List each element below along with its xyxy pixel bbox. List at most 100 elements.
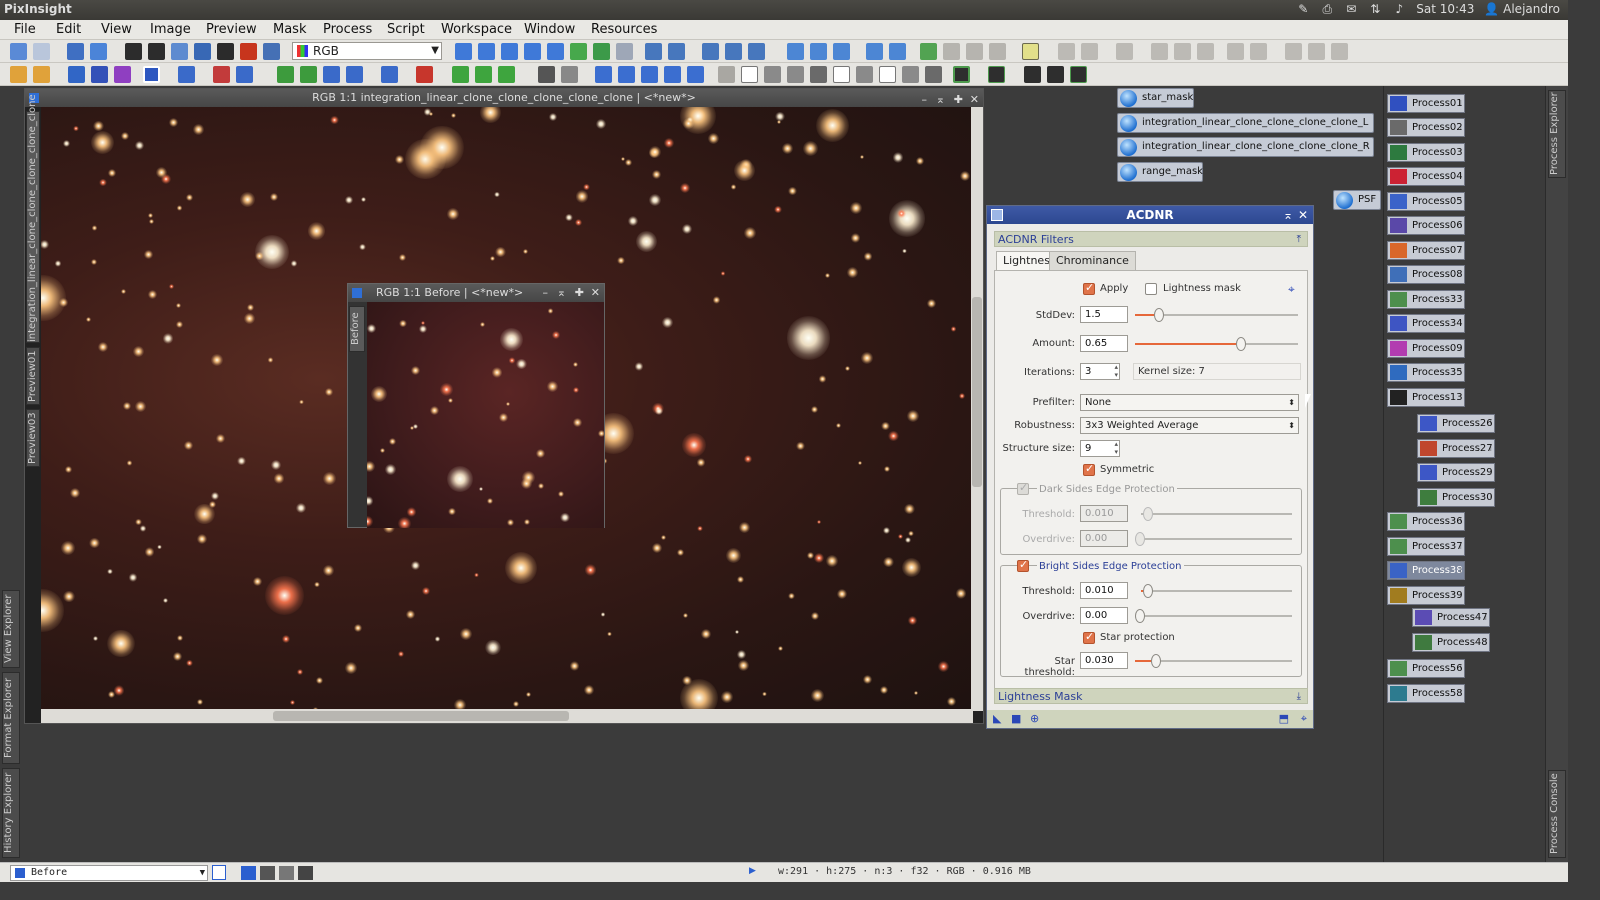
- image-icon-integration-r[interactable]: integration_linear_clone_clone_clone_clo…: [1117, 137, 1374, 157]
- history-explorer-tab[interactable]: History Explorer: [2, 768, 20, 858]
- process-icon-process30[interactable]: Process30 ⁝: [1417, 488, 1495, 507]
- display-mode-gray-icon[interactable]: [260, 866, 275, 880]
- before-image-window[interactable]: RGB 1:1 Before | <*new*> – ⌅ ✚ ✕ Before: [347, 283, 605, 528]
- process-handle-icon[interactable]: ⁝: [1459, 685, 1462, 702]
- image-icon-psf[interactable]: PSF: [1333, 190, 1381, 210]
- minimize-icon[interactable]: –: [543, 284, 549, 302]
- network-icon[interactable]: ⇅: [1368, 2, 1382, 16]
- process-icon-22[interactable]: [833, 66, 850, 83]
- process-icon-18[interactable]: [741, 66, 758, 83]
- process-handle-icon[interactable]: ⁝: [1459, 364, 1462, 381]
- mirror-h-icon[interactable]: [664, 66, 681, 83]
- process-icon-process29[interactable]: Process29 ⁝: [1417, 463, 1495, 482]
- process-icon-process26[interactable]: Process26 ⁝: [1417, 414, 1495, 433]
- pan-mode-icon[interactable]: [455, 43, 472, 60]
- vertical-scrollbar[interactable]: [971, 107, 983, 711]
- zoom-fit-icon[interactable]: [725, 43, 742, 60]
- display-mode-rgb-icon[interactable]: [241, 866, 256, 880]
- process-handle-icon[interactable]: ⁝: [1459, 538, 1462, 555]
- tool-10-icon[interactable]: [1308, 43, 1325, 60]
- process-icon-process03[interactable]: Process03 ⁝: [1387, 143, 1465, 162]
- image-icon-range-mask[interactable]: range_mask: [1117, 162, 1203, 182]
- process-icon-31[interactable]: [1070, 66, 1087, 83]
- window-arrange-icon[interactable]: [833, 43, 850, 60]
- process-icon-24[interactable]: [879, 66, 896, 83]
- printer-icon[interactable]: ⎙: [1320, 2, 1334, 16]
- maximize-view-icon[interactable]: [889, 43, 906, 60]
- view-mode-icon[interactable]: [212, 865, 226, 880]
- dark-overdrive-slider[interactable]: [1135, 532, 1292, 546]
- window-cascade-icon[interactable]: [810, 43, 827, 60]
- close-icon[interactable]: ✕: [591, 284, 600, 302]
- star-threshold-slider[interactable]: [1135, 654, 1292, 668]
- rotate-180-icon[interactable]: [641, 66, 658, 83]
- tab-chrominance[interactable]: Chrominance: [1049, 251, 1136, 271]
- histogram-icon[interactable]: [68, 66, 85, 83]
- pointer-icon[interactable]: [616, 43, 633, 60]
- section-lightness-mask[interactable]: Lightness Mask ⤓: [994, 688, 1308, 704]
- note-icon[interactable]: [1022, 43, 1039, 60]
- star-threshold-input[interactable]: 0.030: [1080, 652, 1128, 669]
- dark-overdrive-input[interactable]: 0.00: [1080, 530, 1128, 547]
- apply-global-icon[interactable]: ⊕: [1030, 712, 1039, 725]
- apply-icon[interactable]: ■: [1011, 712, 1021, 725]
- process-handle-icon[interactable]: ⁝: [1459, 389, 1462, 406]
- reset-icon[interactable]: ⌖: [1301, 712, 1307, 726]
- process-icon-2[interactable]: [33, 66, 50, 83]
- view-explorer-tab[interactable]: View Explorer: [2, 590, 20, 668]
- bright-threshold-slider[interactable]: [1141, 584, 1292, 598]
- process-handle-icon[interactable]: ⁝: [1459, 95, 1462, 112]
- tool-2-icon[interactable]: [1081, 43, 1098, 60]
- acdnr-titlebar[interactable]: ACDNR ⌅ ✕: [987, 206, 1313, 224]
- process-handle-icon[interactable]: ⁝: [1459, 144, 1462, 161]
- process-handle-icon[interactable]: ⁝: [1459, 266, 1462, 283]
- symmetric-checkbox[interactable]: [1083, 462, 1095, 476]
- process-icon-28[interactable]: [988, 66, 1005, 83]
- tool-3-icon[interactable]: [1116, 43, 1133, 60]
- star-threshold-knob[interactable]: [1151, 654, 1161, 668]
- menu-workspace[interactable]: Workspace: [441, 22, 512, 37]
- bright-overdrive-slider[interactable]: [1135, 609, 1292, 623]
- clock[interactable]: Sat 10:43: [1416, 2, 1474, 16]
- process-icon-process37[interactable]: Process37 ⁝: [1387, 537, 1465, 556]
- maximize-icon[interactable]: ✚: [575, 284, 584, 302]
- spin-icon[interactable]: ▴ ▾: [1114, 363, 1118, 379]
- acdnr-dialog[interactable]: ACDNR ⌅ ✕ ACDNR Filters ⤒ Lightness Chro…: [986, 205, 1314, 729]
- edit-icon[interactable]: ✎: [1296, 2, 1310, 16]
- view-tab-preview03[interactable]: Preview03: [26, 409, 40, 467]
- star-protection-checkbox[interactable]: [1083, 630, 1095, 644]
- bright-overdrive-knob[interactable]: [1135, 609, 1145, 623]
- process-icon-process58[interactable]: Process58 ⁝: [1387, 684, 1465, 703]
- process-icon-3[interactable]: [178, 66, 195, 83]
- volume-icon[interactable]: ♪: [1392, 2, 1406, 16]
- process-icon-14[interactable]: [498, 66, 515, 83]
- lightness-mask-checkbox[interactable]: [1145, 283, 1157, 295]
- tool-8-icon[interactable]: [1250, 43, 1267, 60]
- readout-mode-icon[interactable]: [501, 43, 518, 60]
- mirror-v-icon[interactable]: [687, 66, 704, 83]
- process-handle-icon[interactable]: ⁝: [1459, 119, 1462, 136]
- process-icon-1[interactable]: [10, 66, 27, 83]
- robustness-select[interactable]: 3x3 Weighted Average ⬍: [1080, 417, 1299, 434]
- menu-edit[interactable]: Edit: [56, 22, 81, 37]
- dynamic-crop-icon[interactable]: [593, 43, 610, 60]
- menu-preview[interactable]: Preview: [206, 22, 257, 37]
- process-handle-icon[interactable]: ⁝: [1459, 587, 1462, 604]
- image-icon[interactable]: [125, 43, 142, 60]
- process-icon-process27[interactable]: Process27 ⁝: [1417, 439, 1495, 458]
- stddev-slider[interactable]: [1135, 308, 1298, 322]
- process-icon-7[interactable]: [300, 66, 317, 83]
- process-icon-process09[interactable]: Process09 ⁝: [1387, 339, 1465, 358]
- fit-view-icon[interactable]: [866, 43, 883, 60]
- process-icon-process33[interactable]: Process33 ⁝: [1387, 290, 1465, 309]
- process-icon-process35[interactable]: Process35 ⁝: [1387, 363, 1465, 382]
- dark-threshold-knob[interactable]: [1143, 507, 1153, 521]
- mask-invert-icon[interactable]: [240, 43, 257, 60]
- paste-icon[interactable]: [989, 43, 1006, 60]
- zoom-out-icon[interactable]: [668, 43, 685, 60]
- horizontal-scroll-thumb[interactable]: [273, 711, 569, 721]
- menu-script[interactable]: Script: [387, 22, 425, 37]
- process-handle-icon[interactable]: ⁝: [1459, 562, 1462, 579]
- duplicate-icon[interactable]: [943, 43, 960, 60]
- process-icon-8[interactable]: [323, 66, 340, 83]
